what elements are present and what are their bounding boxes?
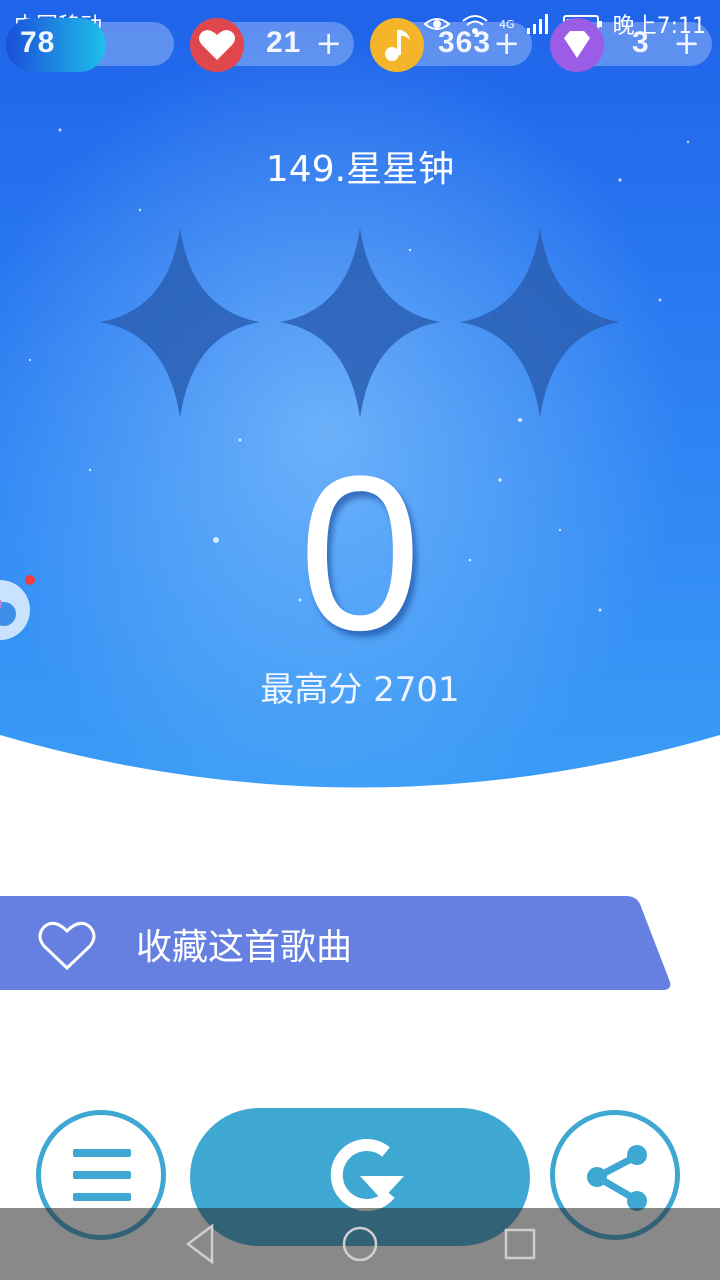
add-notes-button[interactable]: + xyxy=(493,24,520,62)
star-rating xyxy=(100,228,620,422)
notes-pill[interactable]: 363 + xyxy=(370,18,532,72)
star-empty-icon xyxy=(460,228,620,418)
system-nav-bar xyxy=(0,1208,720,1280)
recents-icon xyxy=(504,1228,536,1260)
best-score-label: 最高分 2701 xyxy=(260,670,460,710)
heart-icon xyxy=(190,18,244,72)
back-icon xyxy=(185,1223,214,1265)
score-value: 0 xyxy=(298,430,422,676)
notes-value: 363 xyxy=(438,26,492,59)
add-diamonds-button[interactable]: + xyxy=(673,24,700,62)
favorite-song-label: 收藏这首歌曲 xyxy=(136,927,353,968)
star-empty-icon xyxy=(100,228,260,418)
song-title: 149.星星钟 xyxy=(265,149,455,190)
hearts-value: 21 xyxy=(266,26,302,59)
diamond-icon xyxy=(550,18,604,72)
diamonds-value: 3 xyxy=(632,26,650,59)
floating-assistant-button[interactable] xyxy=(0,574,36,644)
level-value: 78 xyxy=(20,26,56,59)
add-hearts-button[interactable]: + xyxy=(315,24,342,62)
music-note-icon xyxy=(370,18,424,72)
home-icon xyxy=(342,1226,378,1262)
diamonds-pill[interactable]: 3 + xyxy=(550,18,712,72)
heart-outline-icon xyxy=(36,918,98,976)
level-pill: 78 xyxy=(6,18,174,72)
star-empty-icon xyxy=(280,228,440,418)
hearts-pill[interactable]: 21 + xyxy=(190,18,354,72)
